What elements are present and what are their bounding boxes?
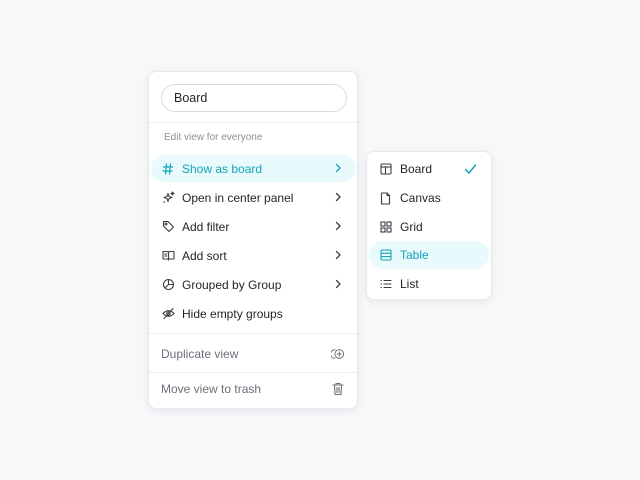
layout-option-list[interactable]: List (369, 270, 489, 298)
book-icon (161, 249, 175, 263)
chevron-right-icon (335, 250, 341, 260)
menu-item-add-sort[interactable]: Add sort (151, 242, 356, 269)
layout-option-label: Grid (400, 220, 423, 234)
view-layout-submenu: Board Canvas Grid Table List (366, 151, 492, 300)
menu-item-hide-empty-groups[interactable]: Hide empty groups (151, 300, 356, 327)
layout-option-grid[interactable]: Grid (369, 213, 489, 241)
menu-item-add-filter[interactable]: Add filter (151, 213, 356, 240)
divider (149, 333, 357, 334)
move-to-trash-item[interactable]: Move view to trash (149, 372, 357, 406)
menu-item-label: Open in center panel (182, 190, 294, 205)
layout-option-label: Table (400, 248, 429, 262)
board-layout-icon (379, 163, 392, 176)
chevron-right-icon (335, 279, 341, 289)
menu-item-show-as-board[interactable]: Show as board (151, 155, 356, 182)
menu-item-label: Add filter (182, 219, 230, 234)
chevron-right-icon (335, 221, 341, 231)
duplicate-view-label: Duplicate view (161, 347, 239, 361)
tag-icon (161, 220, 175, 234)
divider (149, 122, 357, 123)
trash-icon (332, 382, 344, 396)
chevron-right-icon (335, 163, 341, 173)
layout-option-canvas[interactable]: Canvas (369, 184, 489, 212)
duplicate-view-item[interactable]: Duplicate view (149, 337, 357, 371)
grid-icon (379, 221, 392, 234)
menu-item-label: Hide empty groups (182, 306, 283, 321)
document-icon (379, 191, 392, 205)
move-to-trash-label: Move view to trash (161, 382, 262, 396)
menu-item-grouped-by[interactable]: Grouped by Group (151, 271, 356, 298)
duplicate-plus-icon (331, 349, 345, 359)
sparkle-icon (161, 191, 175, 205)
table-icon (379, 249, 392, 262)
view-options-menu: Edit view for everyone Show as board Ope… (148, 71, 358, 409)
eye-off-icon (161, 307, 175, 321)
checkmark-icon (464, 164, 477, 174)
menu-item-label: Show as board (182, 161, 263, 176)
pie-chart-icon (161, 278, 175, 292)
layout-option-label: Board (400, 162, 433, 176)
hash-icon (161, 162, 175, 176)
menu-item-label: Add sort (182, 248, 227, 263)
layout-option-label: List (400, 277, 419, 291)
list-icon (379, 278, 392, 291)
section-label: Edit view for everyone (164, 132, 263, 143)
menu-item-label: Grouped by Group (182, 277, 282, 292)
chevron-right-icon (335, 192, 341, 202)
menu-item-open-in-center-panel[interactable]: Open in center panel (151, 184, 356, 211)
layout-option-label: Canvas (400, 191, 441, 205)
view-name-input[interactable] (161, 84, 347, 112)
layout-option-board[interactable]: Board (369, 155, 489, 183)
layout-option-table[interactable]: Table (369, 241, 489, 269)
